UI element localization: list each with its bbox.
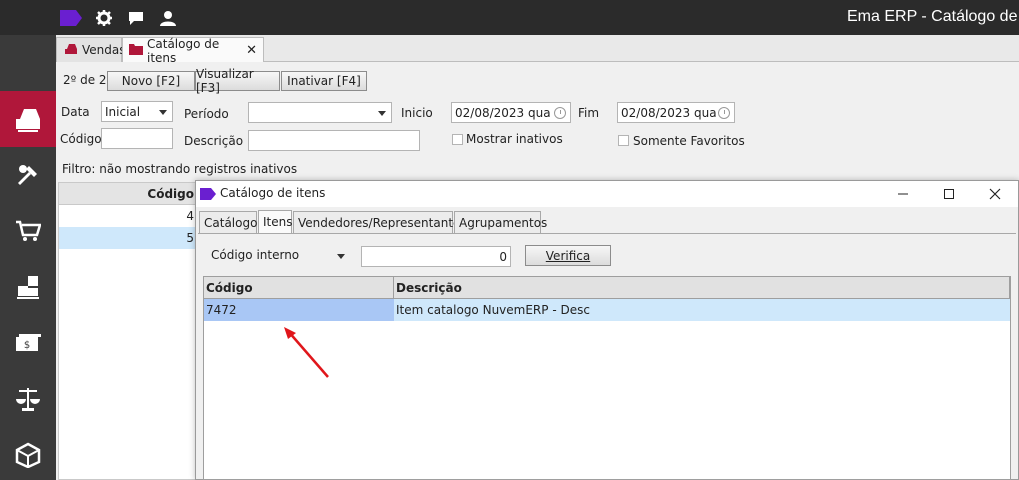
chevron-down-icon xyxy=(378,111,386,116)
brand-tag-icon[interactable] xyxy=(60,10,82,28)
start-label: Inicio xyxy=(401,106,433,120)
tab-itens[interactable]: Itens xyxy=(258,210,292,233)
tab-vendas[interactable]: Vendas xyxy=(56,37,126,62)
favorites-checkbox[interactable] xyxy=(618,135,629,146)
tab-label: Vendas xyxy=(82,43,126,57)
code-label: Código xyxy=(60,132,102,146)
favorites-label: Somente Favoritos xyxy=(633,134,745,148)
end-date-field[interactable]: 02/08/2023 qua xyxy=(617,102,735,123)
dialog-title-bar: Catálogo de itens xyxy=(196,181,1018,207)
sales-register-icon[interactable] xyxy=(0,91,56,147)
inactivate-button[interactable]: Inativar [F4] xyxy=(281,71,367,91)
scales-icon[interactable] xyxy=(0,371,56,427)
tab-catalogo-de-itens[interactable]: Catálogo de itens ✕ xyxy=(122,36,264,65)
table-row[interactable]: 7472 Item catalogo NuvemERP - Desc xyxy=(204,299,1010,321)
period-select[interactable] xyxy=(248,102,392,123)
column-header-codigo[interactable]: Código xyxy=(59,183,197,205)
maximize-icon[interactable] xyxy=(926,181,972,207)
column-header-descricao[interactable]: Descrição xyxy=(394,277,1010,299)
end-label: Fim xyxy=(578,106,600,120)
box-icon[interactable] xyxy=(0,427,56,480)
record-pager: 2º de 2 xyxy=(63,73,107,87)
table-row[interactable]: 4 xyxy=(59,205,197,227)
user-icon[interactable] xyxy=(159,9,177,27)
gear-icon[interactable] xyxy=(95,9,113,27)
svg-text:$: $ xyxy=(24,340,30,351)
search-field-select[interactable]: Código interno xyxy=(211,248,299,262)
filter-status: Filtro: não mostrando registros inativos xyxy=(62,162,298,176)
description-label: Descrição xyxy=(184,134,244,148)
close-icon[interactable] xyxy=(972,181,1018,207)
search-input[interactable]: 0 xyxy=(361,246,511,267)
tab-bar: Vendas Catálogo de itens ✕ xyxy=(56,35,1019,65)
show-inactive-label: Mostrar inativos xyxy=(466,132,563,146)
tab-vendedores[interactable]: Vendedores/Representantes xyxy=(293,211,467,233)
title-bar: Ema ERP - Catálogo de ite xyxy=(0,0,1019,35)
chevron-down-icon xyxy=(159,110,167,115)
new-button[interactable]: Novo [F2] xyxy=(107,71,195,91)
data-select-value: Inicial xyxy=(105,104,141,119)
clock-icon[interactable] xyxy=(554,107,566,119)
verify-button[interactable]: Verifica xyxy=(525,245,611,266)
show-inactive-checkbox[interactable] xyxy=(452,134,463,145)
period-label: Período xyxy=(184,107,229,121)
cart-icon[interactable] xyxy=(0,203,56,259)
warehouse-icon[interactable] xyxy=(0,259,56,315)
end-date-value: 02/08/2023 qua xyxy=(621,105,717,120)
data-label: Data xyxy=(61,105,90,119)
tab-agrupamentos[interactable]: Agrupamentos xyxy=(454,211,547,233)
brand-tag-icon xyxy=(200,188,216,203)
chevron-down-icon[interactable] xyxy=(337,254,345,259)
clock-icon[interactable] xyxy=(718,107,730,119)
table-row[interactable]: 5 xyxy=(59,227,197,249)
dialog-title: Catálogo de itens xyxy=(220,186,326,200)
tools-icon[interactable] xyxy=(0,147,56,203)
annotation-arrow-icon xyxy=(284,327,329,378)
cell-codigo[interactable]: 7472 xyxy=(204,299,394,321)
tab-catalogo[interactable]: Catálogo xyxy=(199,211,257,233)
minimize-icon[interactable] xyxy=(880,181,926,207)
data-select[interactable]: Inicial xyxy=(101,101,173,122)
start-date-field[interactable]: 02/08/2023 qua xyxy=(451,102,571,123)
items-grid: Código 4 5 xyxy=(58,182,198,480)
tab-label: Catálogo de itens xyxy=(147,36,220,65)
cell-descricao[interactable]: Item catalogo NuvemERP - Desc xyxy=(394,299,1010,321)
start-date-value: 02/08/2023 qua xyxy=(455,105,551,120)
view-button[interactable]: Visualizar [F3] xyxy=(195,67,280,95)
folder-icon xyxy=(129,43,143,58)
close-icon[interactable]: ✕ xyxy=(246,43,257,58)
description-field[interactable] xyxy=(248,130,420,151)
cash-icon[interactable]: $ xyxy=(0,315,56,371)
sales-register-icon xyxy=(63,42,79,59)
chat-icon[interactable] xyxy=(127,9,145,27)
code-field[interactable] xyxy=(101,128,173,149)
sidebar: $ xyxy=(0,35,56,480)
app-title: Ema ERP - Catálogo de ite xyxy=(847,8,1019,25)
column-header-codigo[interactable]: Código xyxy=(204,277,394,299)
